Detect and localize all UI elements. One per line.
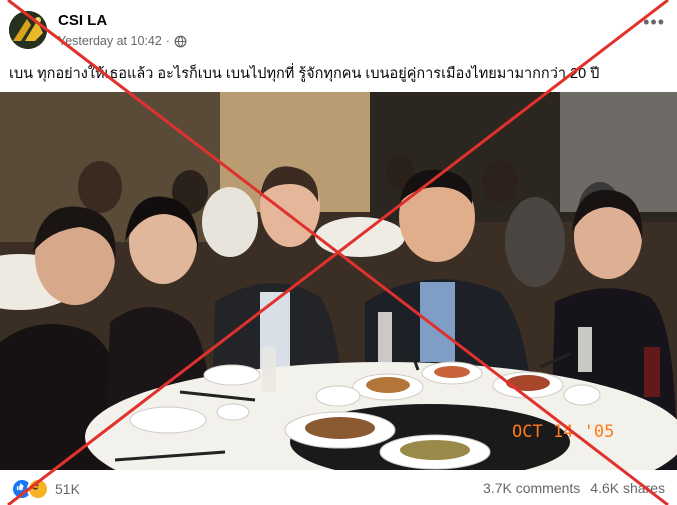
- post-footer: 51K 3.7K comments 4.6K shares: [0, 470, 677, 505]
- globe-icon: [174, 35, 187, 47]
- shares-count-link[interactable]: 4.6K shares: [590, 480, 665, 496]
- post-timestamp[interactable]: Yesterday at 10:42: [58, 34, 162, 48]
- reactions-summary[interactable]: 51K: [11, 478, 80, 500]
- restaurant-group-photo: OCT 14 '05: [0, 92, 677, 470]
- post-caption: เบน ทุกอย่างให้เธอแล้ว อะไรก็เบน เบนไปทุ…: [9, 66, 600, 82]
- photo-date-stamp: OCT 14 '05: [512, 422, 614, 442]
- separator-dot: ·: [165, 34, 170, 48]
- post-meta: Yesterday at 10:42 ·: [58, 34, 187, 48]
- page-avatar[interactable]: [9, 11, 47, 49]
- post-header: CSI LA Yesterday at 10:42 · •••: [0, 0, 677, 58]
- haha-icon: [27, 478, 49, 500]
- comments-count-link[interactable]: 3.7K comments: [483, 480, 580, 496]
- post-photo[interactable]: OCT 14 '05: [0, 92, 677, 470]
- avatar-logo-icon: [9, 11, 47, 49]
- more-options-icon[interactable]: •••: [643, 12, 665, 33]
- reaction-count: 51K: [55, 481, 80, 497]
- engagement-stats: 3.7K comments 4.6K shares: [483, 480, 665, 496]
- page-name[interactable]: CSI LA: [58, 12, 107, 29]
